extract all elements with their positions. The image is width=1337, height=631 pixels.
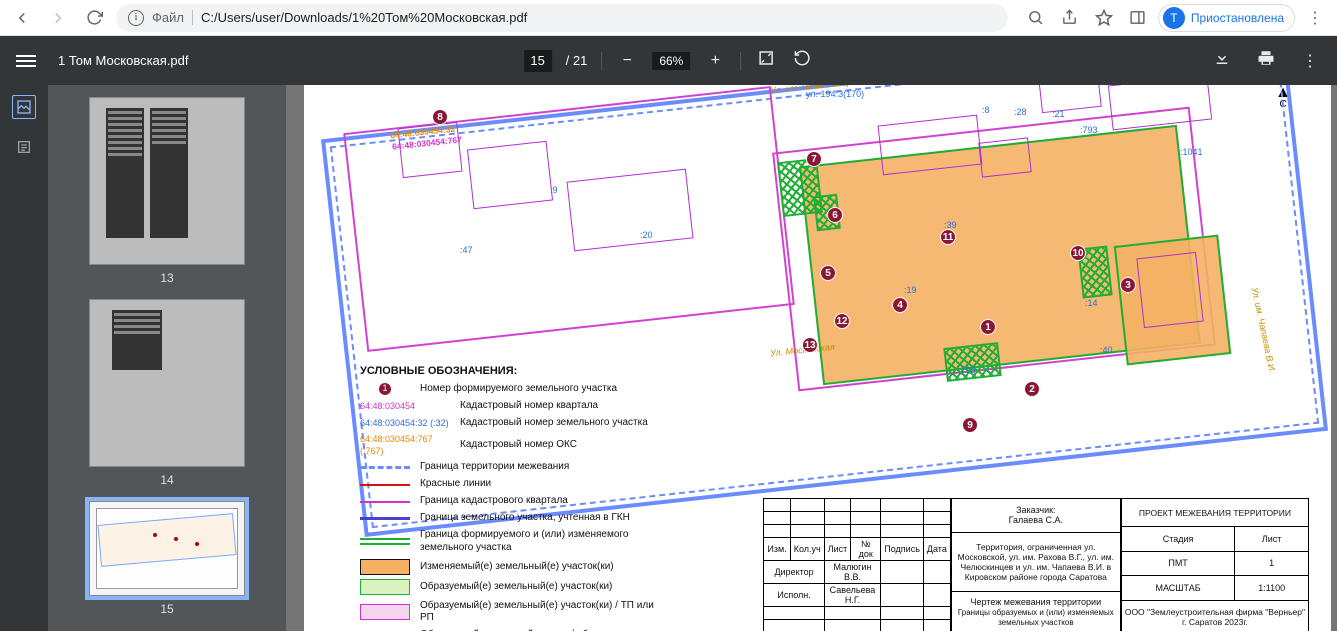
sidebar [0,85,48,631]
parcel-marker: 12 [834,313,850,329]
pdf-page: ▲ С [304,85,1331,631]
thumbnail-label: 15 [160,602,173,616]
zoom-in-button[interactable]: + [704,52,726,70]
thumbnails-tab-icon[interactable] [12,95,36,119]
parcel-marker: 7 [806,151,822,167]
rotate-button[interactable] [791,49,813,72]
parcel-marker: 13 [802,337,818,353]
zoom-out-button[interactable]: − [616,52,638,70]
title-block: Изм.Кол.учЛист№ докПодписьДата ДиректорМ… [763,498,1309,631]
divider [601,52,602,70]
parcel-marker: 3 [1120,277,1136,293]
pdf-toolbar: 1 Том Московская.pdf / 21 − 66% + ⋮ [0,36,1337,85]
share-icon[interactable] [1056,4,1084,32]
legend: УСЛОВНЫЕ ОБОЗНАЧЕНИЯ: 1Номер формируемог… [360,365,660,631]
download-button[interactable] [1211,49,1233,72]
zoom-level[interactable]: 66% [652,52,690,70]
forward-button[interactable] [44,4,72,32]
thumbnail-page-14[interactable] [89,299,245,467]
legend-title: УСЛОВНЫЕ ОБОЗНАЧЕНИЯ: [360,365,660,379]
profile-avatar: Т [1163,7,1185,29]
page-number-input[interactable] [524,50,552,72]
thumbnails-panel[interactable]: 13 14 15 [48,85,286,631]
thumbnail-label: 13 [160,271,173,285]
thumbnail-page-15[interactable] [89,501,245,596]
parcel-marker: 6 [827,207,843,223]
url-scheme-label: Файл [152,10,193,25]
browser-menu-icon[interactable]: ⋮ [1301,4,1329,32]
fit-page-button[interactable] [755,49,777,72]
parcel-marker: 4 [892,297,908,313]
outline-tab-icon[interactable] [12,135,36,159]
profile-paused-label: Приостановлена [1191,11,1284,25]
parcel-marker: 10 [1070,245,1086,261]
address-bar[interactable]: i Файл C:/Users/user/Downloads/1%20Том%2… [116,4,1008,32]
parcel-marker: 5 [820,265,836,281]
parcel-marker: 9 [962,417,978,433]
bookmark-star-icon[interactable] [1090,4,1118,32]
pdf-viewer: 13 14 15 ▲ С [0,85,1337,631]
thumbnail-label: 14 [160,473,173,487]
reload-button[interactable] [80,4,108,32]
back-button[interactable] [8,4,36,32]
menu-button[interactable] [16,52,36,70]
document-title: 1 Том Московская.pdf [58,53,189,68]
thumbnail-page-13[interactable] [89,97,245,265]
parcel-marker: 11 [940,229,956,245]
profile-paused-button[interactable]: Т Приостановлена [1158,4,1295,32]
url-path: C:/Users/user/Downloads/1%20Том%20Москов… [201,10,527,25]
page-canvas[interactable]: ▲ С [286,85,1337,631]
zoom-lens-icon[interactable] [1022,4,1050,32]
site-info-icon[interactable]: i [128,10,144,26]
parcel-marker: 1 [980,319,996,335]
divider [740,52,741,70]
print-button[interactable] [1255,49,1277,72]
page-separator: / 21 [566,53,588,68]
parcel-marker: 8 [432,109,448,125]
browser-toolbar: i Файл C:/Users/user/Downloads/1%20Том%2… [0,0,1337,36]
sidepanel-icon[interactable] [1124,4,1152,32]
parcel-marker: 2 [1024,381,1040,397]
more-button[interactable]: ⋮ [1299,51,1321,71]
